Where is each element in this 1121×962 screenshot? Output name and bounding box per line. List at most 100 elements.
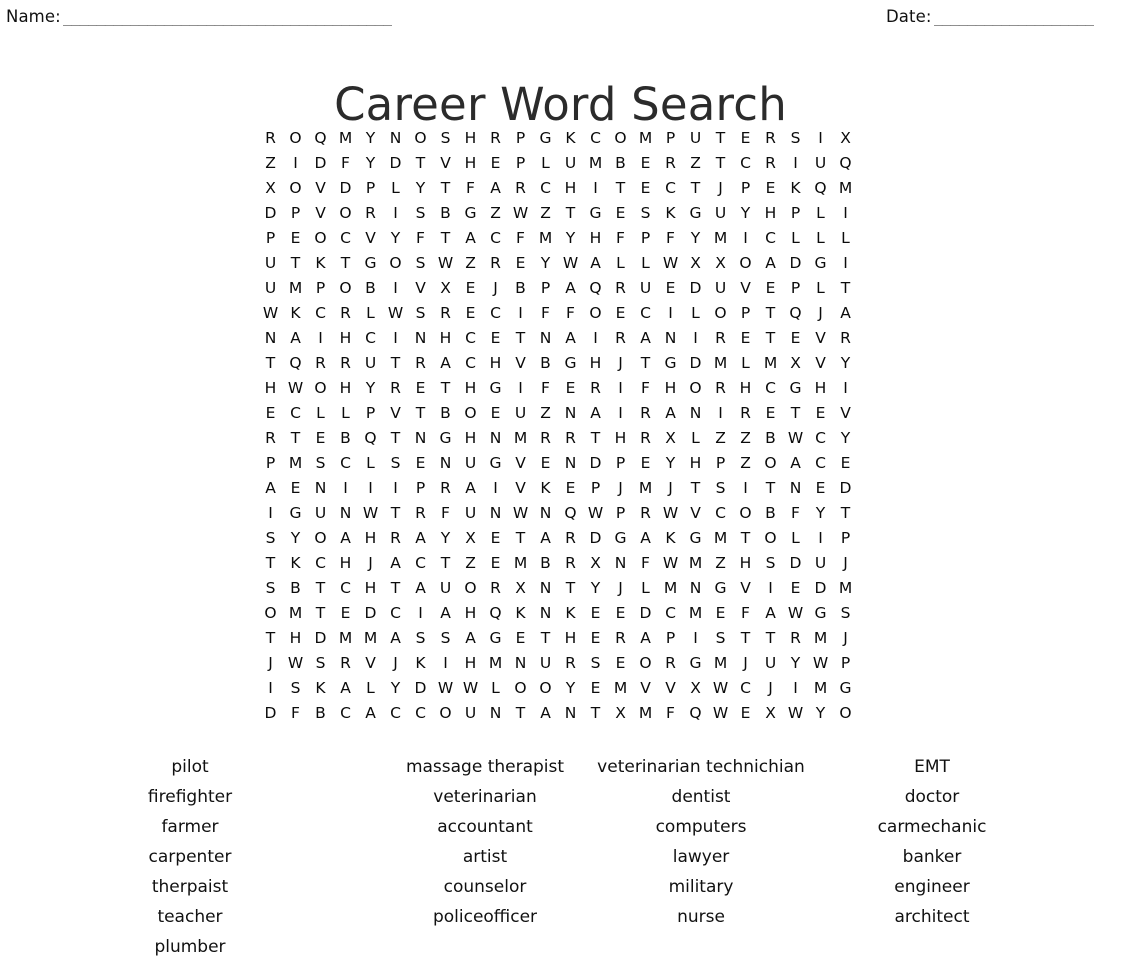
grid-letter[interactable]: T <box>533 626 558 651</box>
grid-letter[interactable]: D <box>583 451 608 476</box>
grid-letter[interactable]: A <box>408 526 433 551</box>
grid-letter[interactable]: D <box>308 626 333 651</box>
grid-letter[interactable]: J <box>358 551 383 576</box>
grid-letter[interactable]: S <box>833 601 858 626</box>
grid-letter[interactable]: R <box>758 126 783 151</box>
word-bank-item[interactable]: massage therapist <box>380 752 590 782</box>
grid-letter[interactable]: Z <box>533 201 558 226</box>
grid-letter[interactable]: O <box>308 226 333 251</box>
grid-letter[interactable]: I <box>283 151 308 176</box>
grid-letter[interactable]: K <box>308 251 333 276</box>
grid-letter[interactable]: S <box>783 126 808 151</box>
grid-letter[interactable]: A <box>458 226 483 251</box>
grid-letter[interactable]: T <box>833 276 858 301</box>
grid-letter[interactable]: M <box>833 176 858 201</box>
grid-letter[interactable]: U <box>458 451 483 476</box>
grid-letter[interactable]: J <box>258 651 283 676</box>
grid-letter[interactable]: E <box>758 276 783 301</box>
grid-letter[interactable]: G <box>358 251 383 276</box>
grid-letter[interactable]: K <box>558 601 583 626</box>
grid-letter[interactable]: K <box>658 201 683 226</box>
grid-letter[interactable]: P <box>258 226 283 251</box>
grid-letter[interactable]: C <box>758 376 783 401</box>
grid-letter[interactable]: A <box>283 326 308 351</box>
grid-letter[interactable]: E <box>483 551 508 576</box>
grid-letter[interactable]: M <box>808 676 833 701</box>
grid-letter[interactable]: C <box>658 601 683 626</box>
grid-letter[interactable]: M <box>283 276 308 301</box>
grid-letter[interactable]: M <box>758 351 783 376</box>
grid-letter[interactable]: M <box>508 551 533 576</box>
grid-letter[interactable]: S <box>408 301 433 326</box>
grid-letter[interactable]: E <box>558 476 583 501</box>
grid-letter[interactable]: R <box>558 526 583 551</box>
grid-letter[interactable]: E <box>583 626 608 651</box>
grid-letter[interactable]: R <box>408 501 433 526</box>
grid-letter[interactable]: C <box>758 226 783 251</box>
grid-letter[interactable]: G <box>658 351 683 376</box>
grid-letter[interactable]: E <box>733 326 758 351</box>
grid-letter[interactable]: G <box>783 376 808 401</box>
grid-letter[interactable]: E <box>508 626 533 651</box>
grid-letter[interactable]: N <box>408 426 433 451</box>
grid-letter[interactable]: B <box>608 151 633 176</box>
word-bank-item[interactable]: policeofficer <box>380 902 590 932</box>
grid-letter[interactable]: X <box>708 251 733 276</box>
grid-letter[interactable]: R <box>708 326 733 351</box>
grid-letter[interactable]: T <box>558 201 583 226</box>
grid-letter[interactable]: E <box>483 326 508 351</box>
grid-letter[interactable]: S <box>758 551 783 576</box>
grid-letter[interactable]: B <box>758 426 783 451</box>
grid-letter[interactable]: J <box>608 476 633 501</box>
grid-letter[interactable]: E <box>333 601 358 626</box>
grid-letter[interactable]: S <box>633 201 658 226</box>
grid-letter[interactable]: W <box>658 251 683 276</box>
grid-letter[interactable]: H <box>283 626 308 651</box>
grid-letter[interactable]: C <box>733 151 758 176</box>
grid-letter[interactable]: V <box>433 151 458 176</box>
grid-letter[interactable]: H <box>433 326 458 351</box>
grid-letter[interactable]: M <box>283 601 308 626</box>
grid-letter[interactable]: U <box>808 151 833 176</box>
grid-letter[interactable]: T <box>633 351 658 376</box>
grid-letter[interactable]: W <box>433 676 458 701</box>
grid-letter[interactable]: R <box>608 276 633 301</box>
grid-letter[interactable]: R <box>633 401 658 426</box>
grid-letter[interactable]: X <box>608 701 633 726</box>
grid-letter[interactable]: W <box>558 251 583 276</box>
grid-letter[interactable]: L <box>733 351 758 376</box>
grid-letter[interactable]: F <box>433 501 458 526</box>
grid-letter[interactable]: H <box>333 326 358 351</box>
grid-letter[interactable]: E <box>758 176 783 201</box>
grid-letter[interactable]: K <box>508 601 533 626</box>
grid-letter[interactable]: A <box>633 526 658 551</box>
grid-letter[interactable]: N <box>533 501 558 526</box>
grid-letter[interactable]: R <box>608 626 633 651</box>
grid-letter[interactable]: I <box>258 676 283 701</box>
grid-letter[interactable]: V <box>833 401 858 426</box>
grid-letter[interactable]: I <box>508 376 533 401</box>
grid-letter[interactable]: F <box>508 226 533 251</box>
grid-letter[interactable]: I <box>783 676 808 701</box>
grid-letter[interactable]: J <box>658 476 683 501</box>
grid-letter[interactable]: M <box>333 626 358 651</box>
grid-letter[interactable]: A <box>408 576 433 601</box>
grid-letter[interactable]: Y <box>408 176 433 201</box>
grid-letter[interactable]: G <box>833 676 858 701</box>
grid-letter[interactable]: P <box>833 526 858 551</box>
grid-letter[interactable]: A <box>558 276 583 301</box>
grid-letter[interactable]: O <box>733 251 758 276</box>
grid-letter[interactable]: D <box>683 351 708 376</box>
grid-letter[interactable]: R <box>308 351 333 376</box>
grid-letter[interactable]: T <box>608 176 633 201</box>
grid-letter[interactable]: L <box>683 301 708 326</box>
word-bank-item[interactable]: architect <box>812 902 1052 932</box>
grid-letter[interactable]: T <box>683 176 708 201</box>
grid-letter[interactable]: I <box>308 326 333 351</box>
grid-letter[interactable]: V <box>633 676 658 701</box>
grid-letter[interactable]: E <box>733 701 758 726</box>
grid-letter[interactable]: U <box>533 651 558 676</box>
grid-letter[interactable]: S <box>708 476 733 501</box>
grid-letter[interactable]: L <box>533 151 558 176</box>
grid-letter[interactable]: W <box>508 501 533 526</box>
